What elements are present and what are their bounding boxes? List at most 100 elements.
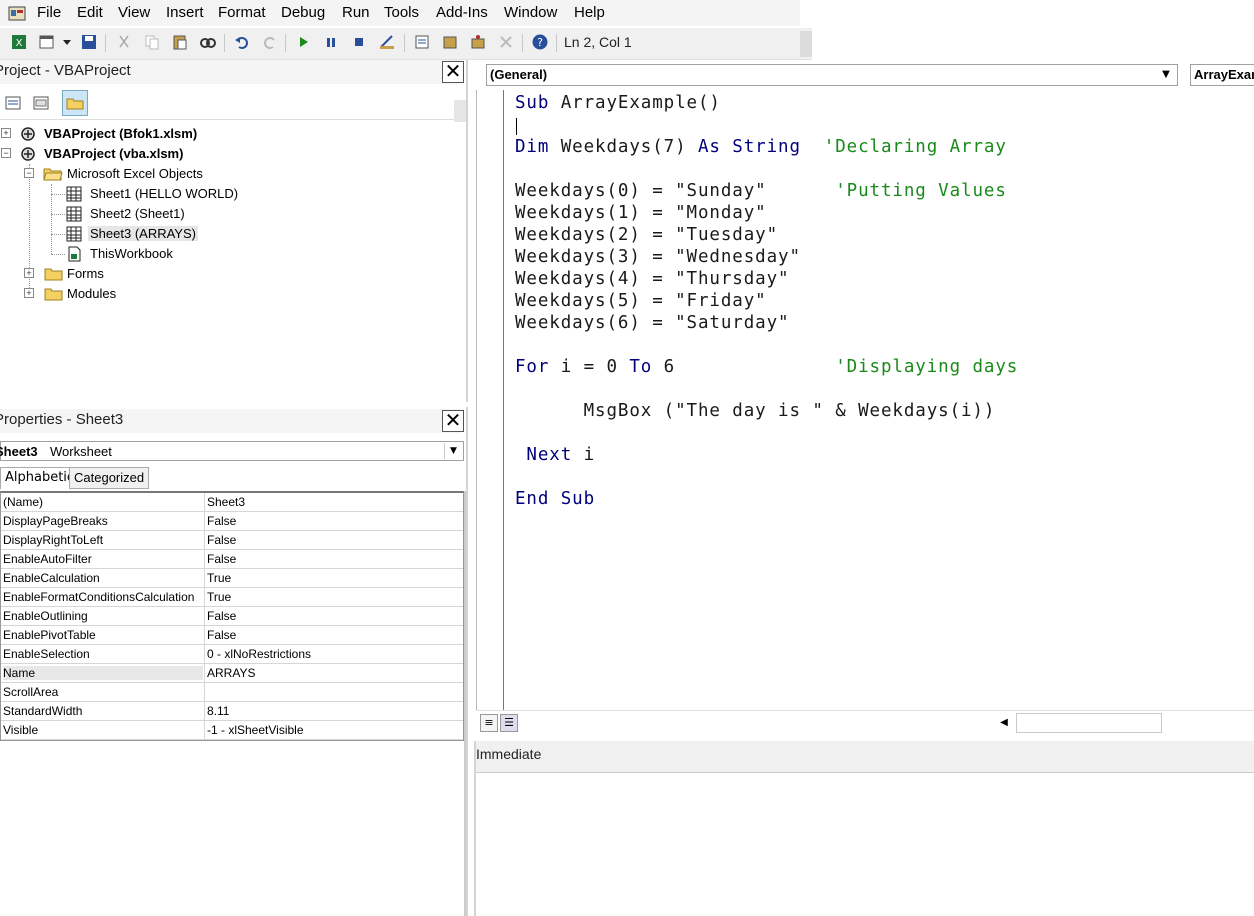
paste-icon[interactable] — [171, 33, 189, 51]
toolbar-options-grip[interactable] — [800, 31, 812, 57]
property-row[interactable]: DisplayPageBreaks False — [1, 512, 463, 531]
tree-item-vbaproject-bfok1[interactable]: + VBAProject (Bfok1.xlsm) — [0, 124, 460, 144]
menu-insert[interactable]: Insert — [166, 4, 204, 21]
property-value[interactable]: 0 - xlNoRestrictions — [207, 647, 457, 661]
property-row[interactable]: (Name) Sheet3 — [1, 493, 463, 512]
horizontal-scrollbar[interactable] — [1016, 713, 1162, 733]
redo-icon[interactable] — [261, 33, 279, 51]
project-explorer-icon[interactable] — [413, 33, 431, 51]
tree-item-vbaproject-vba[interactable]: − VBAProject (vba.xlsm) — [0, 144, 460, 164]
property-row[interactable]: ScrollArea — [1, 683, 463, 702]
menu-add-ins[interactable]: Add-Ins — [436, 4, 488, 21]
code-line[interactable]: For i = 0 To 6 'Displaying days — [515, 357, 1018, 377]
property-value[interactable]: ARRAYS — [207, 666, 457, 680]
tree-item-sheet2[interactable]: Sheet2 (Sheet1) — [0, 204, 460, 224]
design-mode-icon[interactable] — [378, 33, 396, 51]
menu-help[interactable]: Help — [574, 4, 605, 21]
property-value[interactable]: True — [207, 590, 457, 604]
expand-icon[interactable]: + — [24, 288, 34, 298]
collapse-icon[interactable]: − — [1, 148, 11, 158]
project-pane-scrollbar[interactable] — [454, 100, 466, 122]
property-row[interactable]: StandardWidth 8.11 — [1, 702, 463, 721]
help-icon[interactable]: ? — [531, 33, 549, 51]
code-line[interactable]: Weekdays(1) = "Monday" — [515, 203, 767, 223]
object-browser-icon[interactable] — [469, 33, 487, 51]
property-row[interactable]: DisplayRightToLeft False — [1, 531, 463, 550]
property-row[interactable]: EnableSelection 0 - xlNoRestrictions — [1, 645, 463, 664]
code-line[interactable]: Weekdays(4) = "Thursday" — [515, 269, 789, 289]
tab-categorized[interactable]: Categorized — [69, 467, 150, 489]
toolbox-icon[interactable] — [497, 33, 515, 51]
margin-indicator-bar[interactable] — [478, 90, 504, 710]
property-value[interactable]: False — [207, 533, 457, 547]
property-row[interactable]: EnableCalculation True — [1, 569, 463, 588]
code-line[interactable]: Weekdays(0) = "Sunday" 'Putting Values — [515, 181, 1007, 201]
break-icon[interactable] — [322, 33, 340, 51]
menu-view[interactable]: View — [118, 4, 150, 21]
tree-item-thisworkbook[interactable]: ThisWorkbook — [0, 244, 460, 264]
property-row[interactable]: EnableFormatConditionsCalculation True — [1, 588, 463, 607]
copy-icon[interactable] — [143, 33, 161, 51]
toggle-folders-icon[interactable] — [62, 90, 88, 116]
menu-window[interactable]: Window — [504, 4, 557, 21]
chevron-down-icon[interactable]: ▼ — [1157, 67, 1175, 83]
code-line[interactable]: Weekdays(2) = "Tuesday" — [515, 225, 778, 245]
collapse-icon[interactable]: − — [24, 168, 34, 178]
code-line[interactable]: Dim Weekdays(7) As String 'Declaring Arr… — [515, 137, 1007, 157]
cut-icon[interactable] — [115, 33, 133, 51]
code-line[interactable]: Weekdays(5) = "Friday" — [515, 291, 767, 311]
properties-window-icon[interactable] — [441, 33, 459, 51]
property-row[interactable]: Visible -1 - xlSheetVisible — [1, 721, 463, 740]
object-select[interactable]: Sheet3 Worksheet ▼ — [0, 441, 464, 461]
expand-icon[interactable]: + — [24, 268, 34, 278]
scroll-left-icon[interactable]: ◀ — [996, 715, 1012, 731]
property-row[interactable]: EnablePivotTable False — [1, 626, 463, 645]
menu-tools[interactable]: Tools — [384, 4, 419, 21]
code-line[interactable]: Sub ArrayExample() — [515, 93, 721, 113]
view-code-icon[interactable] — [2, 92, 24, 114]
tab-alphabetic[interactable]: Alphabetic — [0, 467, 80, 489]
property-value[interactable]: False — [207, 514, 457, 528]
property-value[interactable]: False — [207, 628, 457, 642]
code-line[interactable]: Weekdays(6) = "Saturday" — [515, 313, 789, 333]
tree-item-sheet3[interactable]: Sheet3 (ARRAYS) — [0, 224, 460, 244]
menu-file[interactable]: File — [37, 4, 61, 21]
expand-icon[interactable]: + — [1, 128, 11, 138]
menu-edit[interactable]: Edit — [77, 4, 103, 21]
properties-scrollbar[interactable] — [464, 491, 466, 916]
code-line[interactable]: End Sub — [515, 489, 595, 509]
dropdown-arrow-icon[interactable] — [60, 33, 74, 51]
reset-icon[interactable] — [350, 33, 368, 51]
property-row[interactable]: EnableAutoFilter False — [1, 550, 463, 569]
code-line[interactable]: MsgBox ("The day is " & Weekdays(i)) — [515, 401, 995, 421]
procedure-view-button[interactable]: ≡ — [480, 714, 498, 732]
undo-icon[interactable] — [233, 33, 251, 51]
tree-item-forms[interactable]: + Forms — [0, 264, 460, 284]
code-line[interactable]: Next i — [515, 445, 595, 465]
menu-debug[interactable]: Debug — [281, 4, 325, 21]
immediate-window[interactable]: Immediate — [474, 741, 1254, 916]
property-value[interactable]: True — [207, 571, 457, 585]
vba-app-icon[interactable] — [8, 4, 26, 22]
property-value[interactable]: -1 - xlSheetVisible — [207, 723, 457, 737]
property-row[interactable]: EnableOutlining False — [1, 607, 463, 626]
view-object-icon[interactable] — [30, 92, 52, 114]
menu-format[interactable]: Format — [218, 4, 266, 21]
insert-module-icon[interactable] — [38, 33, 56, 51]
close-project-pane-button[interactable]: ✕ — [442, 61, 464, 83]
excel-view-icon[interactable]: X — [10, 33, 28, 51]
tree-item-modules[interactable]: + Modules — [0, 284, 460, 304]
procedure-combo[interactable]: ArrayExample — [1190, 64, 1254, 86]
save-icon[interactable] — [80, 33, 98, 51]
tree-item-sheet1[interactable]: Sheet1 (HELLO WORLD) — [0, 184, 460, 204]
property-value[interactable]: False — [207, 552, 457, 566]
find-icon[interactable] — [199, 33, 217, 51]
object-combo[interactable]: (General) — [486, 64, 1178, 86]
property-value[interactable]: Sheet3 — [207, 495, 457, 509]
property-value[interactable]: 8.11 — [207, 704, 457, 718]
full-module-view-button[interactable]: ☰ — [500, 714, 518, 732]
menu-run[interactable]: Run — [342, 4, 370, 21]
code-line[interactable]: Weekdays(3) = "Wednesday" — [515, 247, 801, 267]
run-icon[interactable] — [294, 33, 312, 51]
property-row[interactable]: Name ARRAYS — [1, 664, 463, 683]
